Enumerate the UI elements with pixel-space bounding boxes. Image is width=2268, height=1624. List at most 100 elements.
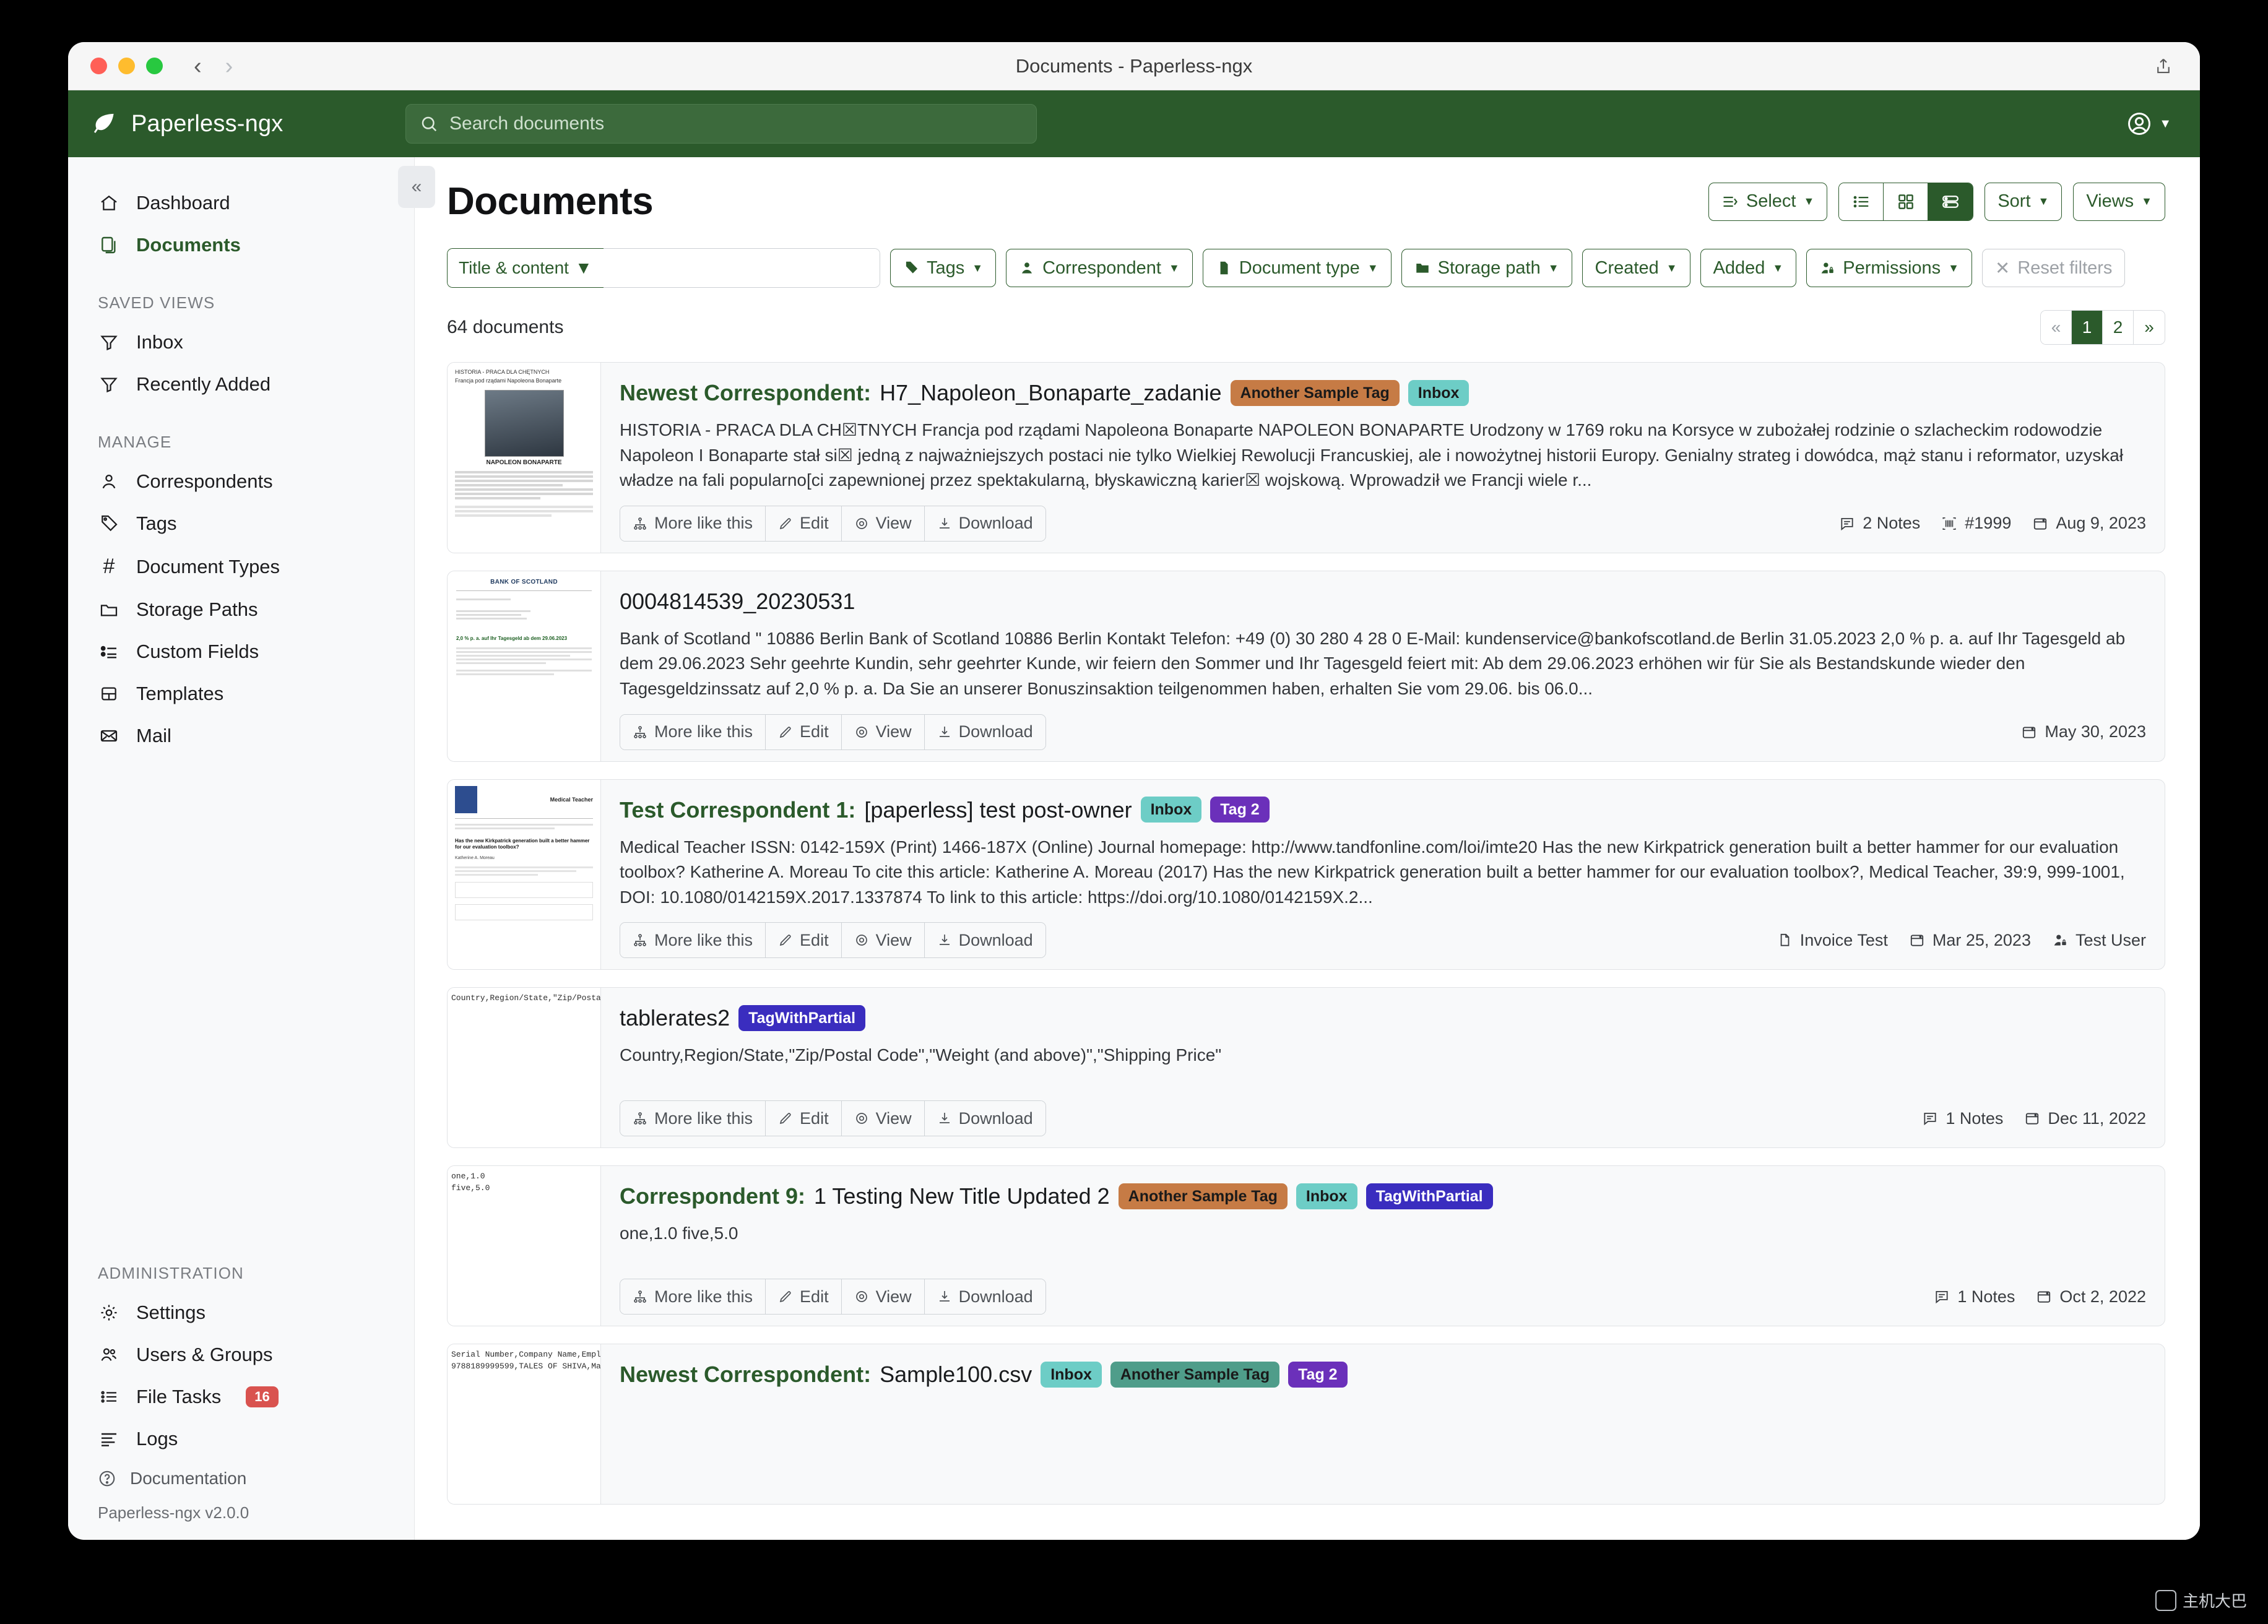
document-correspondent[interactable]: Newest Correspondent: (620, 379, 871, 407)
app-brand[interactable]: Paperless-ngx (68, 110, 405, 137)
document-actions[interactable]: More like this Edit View (620, 506, 1046, 542)
more-like-this-button[interactable]: More like this (620, 715, 766, 749)
document-thumbnail[interactable]: BANK OF SCOTLAND 2,0 % p. a. auf Ihr Tag… (448, 571, 601, 761)
document-actions[interactable]: More like this Edit View (620, 922, 1046, 958)
notes-meta[interactable]: 1 Notes (1934, 1287, 2015, 1307)
forward-icon[interactable]: › (225, 54, 233, 78)
details-view-button[interactable] (1928, 183, 1973, 220)
maximize-window-button[interactable] (146, 58, 163, 74)
sidebar-item-logs[interactable]: Logs (68, 1418, 414, 1460)
chevron-down-icon[interactable]: ▼ (2159, 117, 2171, 131)
download-button[interactable]: Download (925, 506, 1045, 541)
select-button[interactable]: Select ▼ (1708, 183, 1827, 221)
close-window-button[interactable] (90, 58, 107, 74)
notes-meta[interactable]: 2 Notes (1839, 514, 1920, 533)
grid-view-button[interactable] (1884, 183, 1928, 220)
notes-meta[interactable]: 1 Notes (1922, 1109, 2003, 1128)
document-tag[interactable]: TagWithPartial (1366, 1183, 1493, 1209)
document-card[interactable]: Serial Number,Company Name,Employee Mark… (447, 1344, 2165, 1505)
filter-document-type-button[interactable]: Document type ▼ (1203, 249, 1392, 287)
document-thumbnail[interactable]: Medical Teacher Has the new Kirkpatrick … (448, 780, 601, 970)
sidebar-item-users-groups[interactable]: Users & Groups (68, 1334, 414, 1376)
sidebar-item-recently-added[interactable]: Recently Added (68, 363, 414, 405)
document-tag[interactable]: Another Sample Tag (1231, 380, 1400, 406)
edit-button[interactable]: Edit (766, 715, 842, 749)
more-like-this-button[interactable]: More like this (620, 1279, 766, 1314)
more-like-this-button[interactable]: More like this (620, 1101, 766, 1136)
document-tag[interactable]: Tag 2 (1210, 797, 1269, 823)
document-type-meta[interactable]: Invoice Test (1777, 931, 1888, 950)
filter-added-button[interactable]: Added ▼ (1700, 249, 1797, 287)
document-tag[interactable]: Inbox (1408, 380, 1469, 406)
document-tag[interactable]: Tag 2 (1288, 1362, 1347, 1388)
document-tag[interactable]: Another Sample Tag (1119, 1183, 1288, 1209)
share-icon[interactable] (2154, 56, 2173, 77)
search-input[interactable] (449, 113, 1023, 134)
download-button[interactable]: Download (925, 923, 1045, 957)
document-title[interactable]: Sample100.csv (880, 1360, 1032, 1388)
document-thumbnail[interactable]: Serial Number,Company Name,Employee Mark… (448, 1344, 601, 1504)
view-mode-group[interactable] (1838, 183, 1973, 221)
pagination-page-1[interactable]: 1 (2072, 311, 2103, 344)
document-correspondent[interactable]: Correspondent 9: (620, 1182, 805, 1210)
document-correspondent[interactable]: Newest Correspondent: (620, 1360, 871, 1388)
view-button[interactable]: View (842, 1101, 925, 1136)
sidebar-item-inbox[interactable]: Inbox (68, 321, 414, 363)
sidebar-item-tags[interactable]: Tags (68, 503, 414, 545)
account-icon[interactable] (2126, 110, 2153, 137)
pagination[interactable]: « 1 2 » (2040, 310, 2165, 345)
sidebar-item-correspondents[interactable]: Correspondents (68, 460, 414, 503)
sidebar-item-mail[interactable]: Mail (68, 715, 414, 757)
sidebar-item-dashboard[interactable]: Dashboard (68, 182, 414, 224)
document-tag[interactable]: TagWithPartial (738, 1005, 865, 1031)
sidebar-item-document-types[interactable]: # Document Types (68, 545, 414, 589)
document-actions[interactable]: More like this Edit View (620, 1279, 1046, 1315)
sort-button[interactable]: Sort ▼ (1984, 183, 2062, 221)
filter-permissions-button[interactable]: Permissions ▼ (1806, 249, 1972, 287)
view-button[interactable]: View (842, 715, 925, 749)
document-actions[interactable]: More like this Edit View (620, 714, 1046, 750)
window-controls[interactable] (68, 58, 163, 74)
sidebar-item-custom-fields[interactable]: Custom Fields (68, 631, 414, 673)
document-title[interactable]: 1 Testing New Title Updated 2 (814, 1182, 1110, 1210)
download-button[interactable]: Download (925, 1101, 1045, 1136)
pagination-prev[interactable]: « (2041, 311, 2072, 344)
pagination-page-2[interactable]: 2 (2103, 311, 2134, 344)
edit-button[interactable]: Edit (766, 923, 842, 957)
title-content-filter[interactable]: Title & content ▼ (447, 248, 880, 288)
document-tag[interactable]: Inbox (1141, 797, 1202, 823)
pagination-next[interactable]: » (2134, 311, 2165, 344)
global-search[interactable] (405, 104, 1037, 144)
sidebar-item-file-tasks[interactable]: File Tasks 16 (68, 1376, 414, 1418)
document-actions[interactable]: More like this Edit View (620, 1100, 1046, 1136)
document-tag[interactable]: Inbox (1296, 1183, 1357, 1209)
sidebar-item-documents[interactable]: Documents (68, 224, 414, 266)
document-tag[interactable]: Inbox (1041, 1362, 1102, 1388)
document-card[interactable]: one,1.0 five,5.0 Correspondent 9: 1 Test… (447, 1165, 2165, 1326)
view-button[interactable]: View (842, 923, 925, 957)
document-title[interactable]: [paperless] test post-owner (864, 796, 1132, 824)
document-thumbnail[interactable]: Country,Region/State,"Zip/Postal Code","… (448, 988, 601, 1147)
sidebar-item-settings[interactable]: Settings (68, 1292, 414, 1334)
sidebar-collapse-button[interactable]: « (398, 166, 435, 208)
title-content-dropdown[interactable]: Title & content ▼ (447, 248, 604, 288)
reset-filters-button[interactable]: ✕ Reset filters (1982, 249, 2125, 287)
list-view-button[interactable] (1839, 183, 1884, 220)
minimize-window-button[interactable] (118, 58, 135, 74)
document-correspondent[interactable]: Test Correspondent 1: (620, 796, 855, 824)
download-button[interactable]: Download (925, 1279, 1045, 1314)
browser-nav[interactable]: ‹ › (194, 54, 233, 78)
document-title[interactable]: tablerates2 (620, 1004, 730, 1032)
document-thumbnail[interactable]: HISTORIA - PRACA DLA CHĘTNYCH Francja po… (448, 363, 601, 553)
edit-button[interactable]: Edit (766, 1279, 842, 1314)
sidebar-item-storage-paths[interactable]: Storage Paths (68, 589, 414, 631)
filter-created-button[interactable]: Created ▼ (1582, 249, 1690, 287)
document-thumbnail[interactable]: one,1.0 five,5.0 (448, 1166, 601, 1326)
more-like-this-button[interactable]: More like this (620, 923, 766, 957)
filter-tags-button[interactable]: Tags ▼ (890, 249, 996, 287)
edit-button[interactable]: Edit (766, 1101, 842, 1136)
edit-button[interactable]: Edit (766, 506, 842, 541)
filter-storage-path-button[interactable]: Storage path ▼ (1401, 249, 1572, 287)
views-button[interactable]: Views ▼ (2073, 183, 2165, 221)
sidebar-item-templates[interactable]: Templates (68, 673, 414, 715)
